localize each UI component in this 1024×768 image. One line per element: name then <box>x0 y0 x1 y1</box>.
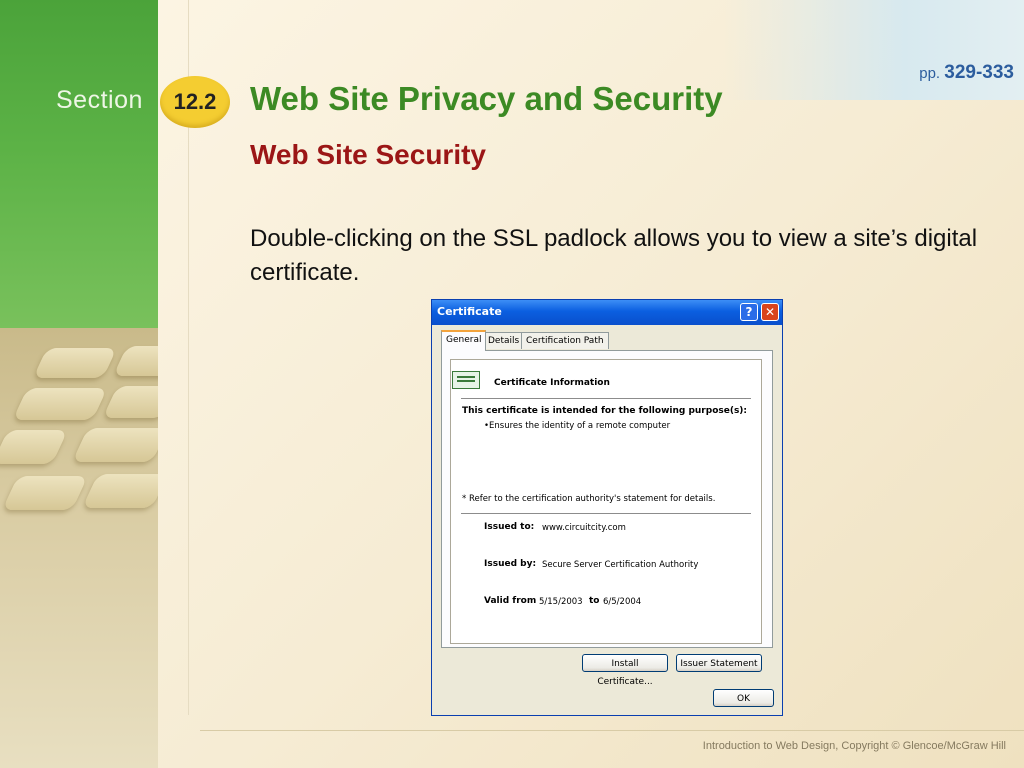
dialog-titlebar: Certificate ? ✕ <box>432 300 782 325</box>
issuer-statement-button[interactable]: Issuer Statement <box>676 654 762 672</box>
purpose-heading: This certificate is intended for the fol… <box>462 406 748 416</box>
keyboard-image <box>0 328 158 768</box>
keyboard-key <box>0 430 68 464</box>
slide-title: Web Site Privacy and Security <box>250 80 723 117</box>
valid-to-label: to <box>589 596 600 606</box>
note-separator <box>461 513 751 514</box>
keyboard-key <box>113 346 158 376</box>
valid-from-value: 5/15/2003 <box>539 597 583 607</box>
keyboard-key <box>33 348 117 378</box>
install-certificate-button[interactable]: Install Certificate... <box>582 654 668 687</box>
page-reference: pp. 329-333 <box>919 62 1014 84</box>
sidebar-green-panel <box>0 0 158 328</box>
keyboard-key <box>12 388 108 420</box>
tab-general[interactable]: General <box>441 330 487 351</box>
keyboard-key <box>82 474 158 508</box>
ok-button[interactable]: OK <box>713 689 774 707</box>
issued-by-value: Secure Server Certification Authority <box>542 560 699 570</box>
certificate-info-heading: Certificate Information <box>494 378 610 388</box>
issued-to-value: www.circuitcity.com <box>542 523 626 533</box>
slide-subtitle: Web Site Security <box>250 139 487 170</box>
dialog-title: Certificate <box>437 305 502 318</box>
tab-details[interactable]: Details <box>483 332 525 349</box>
valid-to-value: 6/5/2004 <box>603 597 642 607</box>
header-blue-glow <box>724 0 1024 100</box>
help-icon[interactable]: ? <box>740 303 758 321</box>
section-number-badge: 12.2 <box>160 76 230 128</box>
tab-certification-path[interactable]: Certification Path <box>521 332 609 349</box>
certificate-icon <box>452 371 480 389</box>
keyboard-key <box>2 476 88 510</box>
keyboard-key <box>102 386 158 418</box>
authority-note: * Refer to the certification authority's… <box>462 494 716 504</box>
heading-separator <box>461 398 751 399</box>
certificate-dialog: Certificate ? ✕ General Details Certific… <box>431 299 783 716</box>
slide-body-text: Double-clicking on the SSL padlock allow… <box>250 225 978 286</box>
pages-prefix: pp. <box>919 65 941 82</box>
footer-rule <box>200 730 1024 731</box>
copyright-footer: Introduction to Web Design, Copyright © … <box>702 740 1006 752</box>
issued-by-label: Issued by: <box>484 559 537 569</box>
issued-to-label: Issued to: <box>484 522 535 532</box>
valid-from-label: Valid from <box>484 596 537 606</box>
keyboard-key <box>72 428 158 462</box>
section-label: Section <box>56 86 143 114</box>
purpose-item: •Ensures the identity of a remote comput… <box>484 421 671 431</box>
close-icon[interactable]: ✕ <box>761 303 779 321</box>
pages-range: 329-333 <box>944 62 1014 83</box>
